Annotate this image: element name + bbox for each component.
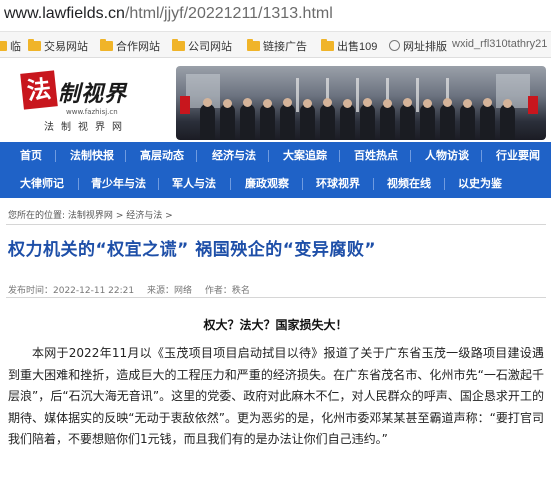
article-title: 权力机关的“权宜之谎” 祸国殃企的“变异腐败”	[8, 240, 377, 260]
nav-row-2: 大律师记 青少年与法 军人与法 廉政观察 环球视界 视频在线 以史为鉴	[0, 170, 551, 198]
logo-mark: 法	[20, 70, 58, 110]
divider	[6, 224, 546, 225]
site-logo[interactable]: 法 制视界 www.fazhisj.cn 法制视界网	[20, 68, 152, 133]
nav-item-youth-law[interactable]: 青少年与法	[91, 170, 146, 198]
article-meta: 发布时间：2022-12-11 22:21 来源：网络 作者：秩名	[8, 283, 260, 296]
nav-item-industry-news[interactable]: 行业要闻	[496, 142, 540, 170]
bookmark-item[interactable]: 临	[0, 38, 21, 54]
breadcrumb-separator: >	[165, 211, 173, 221]
header-banner-photo	[176, 66, 546, 140]
globe-icon	[389, 40, 400, 51]
nav-item-economy-law[interactable]: 经济与法	[212, 142, 256, 170]
site-header: 法 制视界 www.fazhisj.cn 法制视界网	[0, 58, 551, 142]
url-text[interactable]: www.lawfields.cn/html/jjyf/20221211/1313…	[4, 5, 333, 23]
bookmark-item[interactable]: 网址排版	[389, 38, 447, 54]
nav-row-1: 首页 法制快报 高层动态 经济与法 大案追踪 百姓热点 人物访谈 行业要闻	[0, 142, 551, 170]
nav-item-interviews[interactable]: 人物访谈	[425, 142, 469, 170]
bookmarks-bar: 临 交易网站 合作网站 公司网站 链接广告 出售109 网址排版 wxid_rf…	[0, 32, 551, 58]
nav-item-video[interactable]: 视频在线	[387, 170, 431, 198]
article-body: 本网于2022年11月以《玉茂项目项目启动拭目以待》报道了关于广东省玉茂一级路项…	[8, 346, 544, 446]
divider	[6, 297, 546, 298]
bookmark-item[interactable]: 链接广告	[247, 38, 307, 54]
main-nav: 首页 法制快报 高层动态 经济与法 大案追踪 百姓热点 人物访谈 行业要闻 大律…	[0, 142, 551, 198]
folder-icon	[100, 39, 113, 51]
breadcrumb-home[interactable]: 法制视界网	[68, 211, 113, 221]
logo-url: www.fazhisj.cn	[66, 108, 118, 116]
bookmark-item[interactable]: 合作网站	[100, 38, 160, 54]
folder-icon	[247, 39, 260, 51]
nav-item-home[interactable]: 首页	[20, 142, 42, 170]
folder-icon	[0, 41, 7, 51]
folder-icon	[321, 39, 334, 51]
nav-item-integrity[interactable]: 廉政观察	[245, 170, 289, 198]
bookmark-item[interactable]: 公司网站	[172, 38, 232, 54]
breadcrumb-section[interactable]: 经济与法	[126, 211, 162, 221]
logo-text: 制视界	[58, 81, 128, 107]
bookmark-item[interactable]: wxid_rfl310tathry21	[452, 38, 547, 50]
nav-item-world[interactable]: 环球视界	[316, 170, 360, 198]
nav-item-major-cases[interactable]: 大案追踪	[283, 142, 327, 170]
folder-icon	[172, 39, 185, 51]
url-host: www.lawfields.cn	[4, 5, 125, 22]
nav-item-lawyers[interactable]: 大律师记	[20, 170, 64, 198]
article-author: 作者：秩名	[204, 286, 250, 296]
article-source: 来源：网络	[146, 286, 192, 296]
folder-icon	[28, 39, 41, 51]
article-lead: 权大？法大？国家损失大！	[203, 318, 348, 332]
nav-item-leadership[interactable]: 高层动态	[140, 142, 184, 170]
nav-item-military-law[interactable]: 军人与法	[172, 170, 216, 198]
breadcrumb: 您所在的位置: 法制视界网 > 经济与法 >	[8, 208, 173, 221]
nav-item-history[interactable]: 以史为鉴	[458, 170, 502, 198]
bookmark-item[interactable]: 交易网站	[28, 38, 88, 54]
publish-time: 发布时间：2022-12-11 22:21	[8, 286, 135, 296]
url-path: /html/jjyf/20221211/1313.html	[124, 5, 333, 22]
logo-subtitle: 法制视界网	[44, 122, 129, 133]
breadcrumb-prefix: 您所在的位置:	[8, 211, 66, 221]
breadcrumb-separator: >	[115, 211, 124, 221]
bookmark-item[interactable]: 出售109	[321, 38, 377, 54]
address-bar[interactable]: www.lawfields.cn/html/jjyf/20221211/1313…	[0, 0, 551, 32]
nav-item-hot-topics[interactable]: 百姓热点	[354, 142, 398, 170]
nav-item-legal-news[interactable]: 法制快报	[70, 142, 114, 170]
